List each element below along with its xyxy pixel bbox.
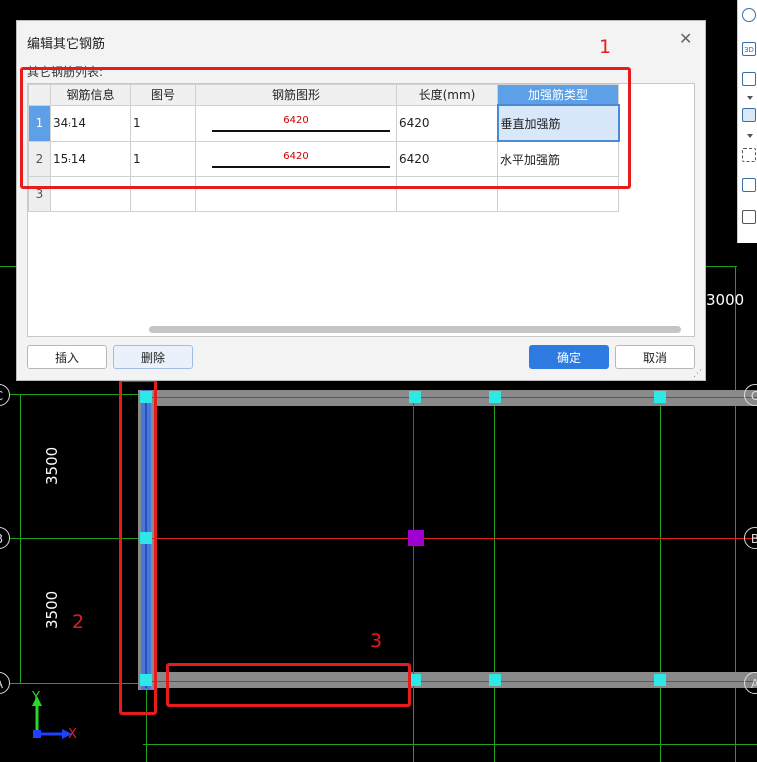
3d-view-icon[interactable]: 3D [742, 42, 756, 56]
dimension-lower: 3500 [43, 590, 61, 629]
axis-label-b-left: B [0, 527, 10, 549]
box-icon[interactable] [742, 72, 756, 86]
chevron-down-icon[interactable] [747, 134, 753, 138]
axis-label-b-right: B [744, 527, 757, 549]
annotation-box-3 [166, 663, 411, 707]
grid-line-v-3 [494, 394, 495, 762]
annotation-box-1 [20, 67, 631, 189]
annotation-label-1: 1 [599, 36, 612, 58]
chevron-down-icon[interactable] [747, 96, 753, 100]
annotation-label-2: 2 [72, 611, 85, 633]
delete-button[interactable]: 删除 [113, 345, 193, 369]
column[interactable] [654, 391, 666, 403]
column[interactable] [489, 391, 501, 403]
axis-label-a-right: A [744, 672, 757, 694]
annotation-label-3: 3 [370, 630, 383, 652]
close-icon[interactable]: ✕ [679, 29, 692, 48]
annotation-box-2 [119, 379, 157, 715]
resize-grip-icon[interactable]: ⋰ [693, 369, 702, 379]
grid-line-v-4 [660, 394, 661, 762]
column-highlighted[interactable] [408, 530, 424, 546]
circle-icon[interactable] [742, 8, 756, 22]
axis-label-c-left: C [0, 384, 10, 406]
dialog-title: 编辑其它钢筋 [27, 37, 106, 52]
axis-label-a-left: A [0, 672, 10, 694]
insert-button[interactable]: 插入 [27, 345, 107, 369]
dashed-select-icon[interactable] [742, 148, 756, 162]
column[interactable] [409, 391, 421, 403]
right-toolbar: 3D [737, 0, 757, 243]
cube-icon[interactable] [742, 178, 756, 192]
column[interactable] [654, 674, 666, 686]
box-active-icon[interactable] [742, 108, 756, 122]
grid-line-h-dim [143, 744, 757, 745]
column[interactable] [489, 674, 501, 686]
dimension-right-top: 3000 [706, 291, 745, 309]
horizontal-scrollbar[interactable] [149, 326, 681, 333]
cancel-button[interactable]: 取消 [615, 345, 695, 369]
ucs-y-label: Y [32, 690, 40, 705]
axis-line-b [150, 538, 757, 539]
ok-button[interactable]: 确定 [529, 345, 609, 369]
grid-line-v-left [20, 394, 21, 684]
list-icon[interactable] [742, 210, 756, 224]
ucs-x-label: X [68, 727, 77, 742]
dimension-upper: 3500 [43, 446, 61, 485]
